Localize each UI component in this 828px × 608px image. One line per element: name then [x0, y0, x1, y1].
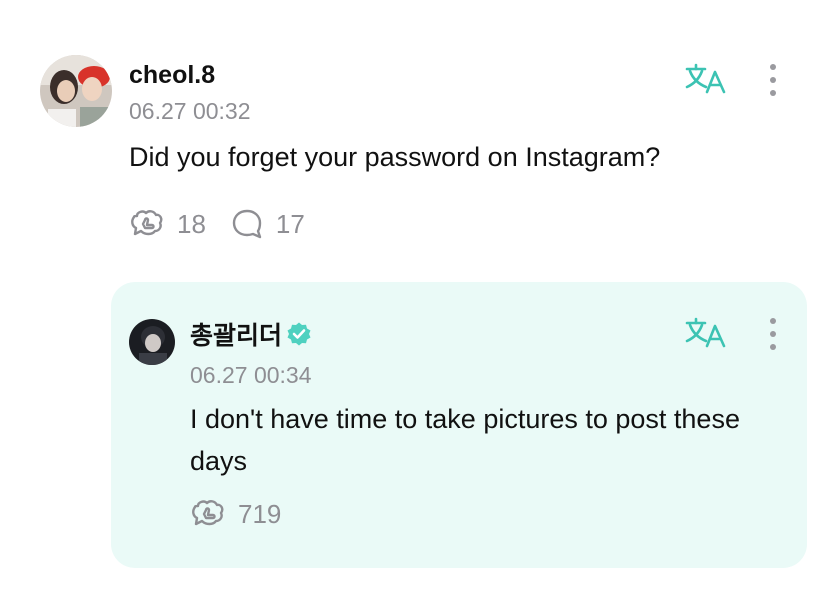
avatar-image — [129, 319, 175, 365]
post-text: Did you forget your password on Instagra… — [129, 142, 661, 172]
reply-timestamp: 06.27 00:34 — [190, 362, 312, 388]
reply-more-options-button[interactable] — [764, 316, 782, 352]
avatar[interactable] — [40, 55, 112, 127]
translate-button[interactable] — [684, 62, 728, 96]
like-count: 18 — [177, 208, 206, 239]
comment-count: 17 — [275, 208, 305, 239]
reply-card: 총괄리더 06.27 00:34 I don't have time to ta… — [111, 282, 807, 568]
reply-actions: 719 — [190, 496, 281, 532]
reply-author[interactable]: 총괄리더 — [190, 317, 312, 351]
like-icon — [131, 210, 163, 236]
reply-avatar[interactable] — [129, 319, 175, 365]
reply-like-count: 719 — [238, 498, 282, 529]
avatar-image — [40, 55, 112, 127]
more-options-button[interactable] — [764, 62, 782, 98]
translate-icon — [685, 63, 726, 94]
reply-author-name: 총괄리더 — [190, 322, 283, 350]
like-icon — [192, 500, 224, 526]
more-vertical-icon — [770, 318, 776, 350]
main-post: cheol.8 06.27 00:32 Did you forget your … — [0, 0, 828, 270]
post-actions: 18 17 — [129, 206, 305, 242]
reply-translate-button[interactable] — [684, 316, 728, 350]
translate-icon — [685, 317, 726, 348]
post-author-name: cheol.8 — [129, 60, 216, 89]
post-timestamp: 06.27 00:32 — [129, 98, 251, 124]
like-button[interactable]: 18 — [129, 207, 206, 241]
comment-button[interactable]: 17 — [230, 207, 305, 241]
reply-text: I don't have time to take pictures to po… — [190, 404, 740, 476]
verified-badge-icon — [287, 322, 311, 346]
post-author[interactable]: cheol.8 — [129, 58, 215, 92]
more-vertical-icon — [770, 64, 776, 96]
comment-icon — [232, 209, 262, 239]
reply-like-button[interactable]: 719 — [190, 497, 281, 531]
